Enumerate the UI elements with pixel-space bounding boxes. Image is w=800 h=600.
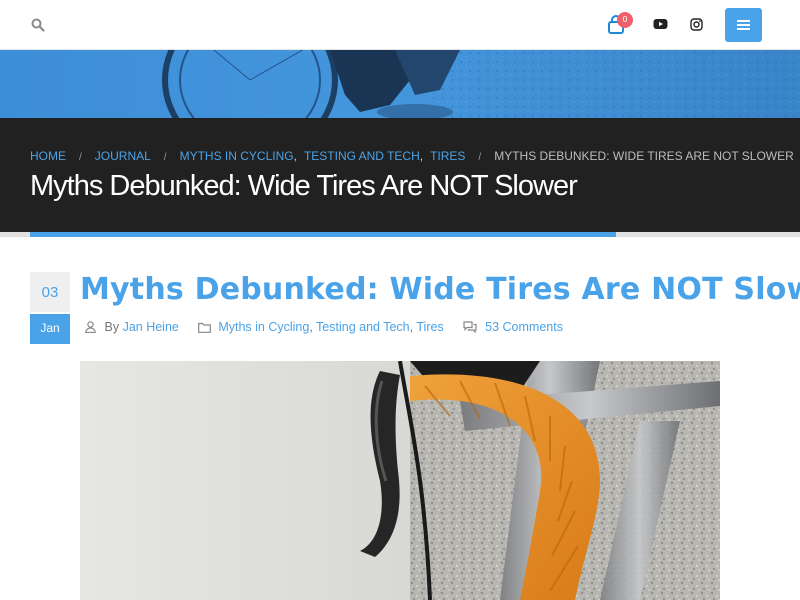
page-header: Home / Journal / Myths in Cycling, Testing an… — [0, 118, 800, 232]
comments-icon — [463, 321, 477, 334]
category-link[interactable]: Testing and Tech — [316, 320, 410, 334]
featured-image — [80, 361, 720, 600]
breadcrumb-category-link[interactable]: Testing and Tech — [304, 149, 420, 163]
header-accent-bar — [30, 232, 616, 237]
youtube-icon[interactable] — [653, 18, 668, 30]
author-link[interactable]: Jan Heine — [123, 320, 179, 334]
hero-banner-image — [0, 50, 800, 118]
cart-count-badge: 0 — [617, 12, 633, 28]
breadcrumb-home-link[interactable]: Home — [30, 149, 66, 163]
hamburger-icon — [737, 20, 750, 30]
post-date: 03 Jan — [30, 272, 70, 344]
post-title[interactable]: Myths Debunked: Wide Tires Are NOT Slowe… — [80, 272, 800, 307]
breadcrumb-category-link[interactable]: Myths in Cycling — [180, 149, 294, 163]
post-date-day: 03 — [30, 272, 70, 312]
top-header: 0 — [0, 0, 800, 50]
post-meta: By Jan Heine Myths in Cycling, Testing a… — [85, 320, 563, 336]
breadcrumb-separator: / — [79, 152, 82, 163]
folder-icon — [197, 322, 211, 333]
breadcrumb-journal-link[interactable]: Journal — [95, 149, 151, 163]
breadcrumb-current: Myths Debunked: Wide Tires Are NOT Slowe… — [494, 149, 794, 163]
post-date-month: Jan — [30, 314, 70, 344]
category-link[interactable]: Myths in Cycling — [218, 320, 309, 334]
breadcrumb-separator: / — [478, 152, 482, 163]
breadcrumb: Home / Journal / Myths in Cycling, Testing an… — [30, 149, 794, 163]
user-icon — [85, 321, 96, 334]
breadcrumb-separator: / — [163, 152, 167, 163]
comments-link[interactable]: 53 Comments — [485, 320, 563, 334]
search-icon[interactable] — [31, 18, 45, 32]
page-title: Myths Debunked: Wide Tires Are NOT Slowe… — [30, 170, 578, 202]
menu-button[interactable] — [725, 8, 762, 42]
category-link[interactable]: Tires — [416, 320, 443, 334]
instagram-icon[interactable] — [690, 18, 703, 31]
by-label: By — [104, 320, 120, 334]
breadcrumb-category-link[interactable]: Tires — [430, 149, 465, 163]
